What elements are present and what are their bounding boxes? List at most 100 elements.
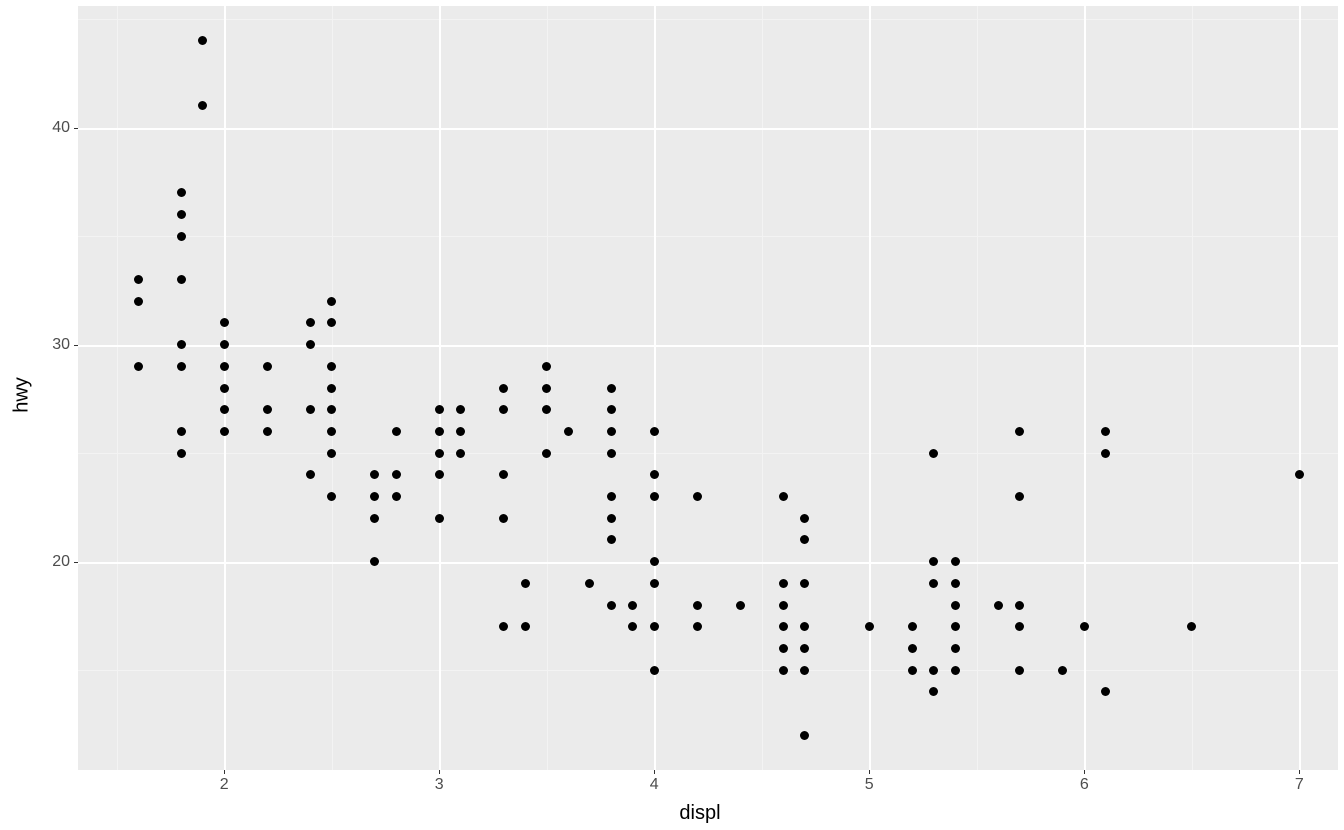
data-point bbox=[327, 405, 336, 414]
data-point bbox=[177, 188, 186, 197]
data-point bbox=[951, 557, 960, 566]
data-point bbox=[800, 535, 809, 544]
data-point bbox=[499, 405, 508, 414]
data-point bbox=[607, 405, 616, 414]
minor-gridline-h bbox=[78, 236, 1338, 237]
data-point bbox=[327, 492, 336, 501]
data-point bbox=[564, 427, 573, 436]
data-point bbox=[650, 470, 659, 479]
data-point bbox=[951, 601, 960, 610]
data-point bbox=[1015, 666, 1024, 675]
scatter-chart: hwy displ 203040234567 bbox=[0, 0, 1344, 830]
x-tick bbox=[1084, 770, 1085, 774]
data-point bbox=[779, 622, 788, 631]
x-tick-label: 4 bbox=[650, 776, 659, 794]
x-tick bbox=[439, 770, 440, 774]
data-point bbox=[951, 644, 960, 653]
data-point bbox=[220, 427, 229, 436]
data-point bbox=[800, 579, 809, 588]
x-tick bbox=[869, 770, 870, 774]
x-tick-label: 7 bbox=[1295, 776, 1304, 794]
data-point bbox=[306, 470, 315, 479]
data-point bbox=[370, 514, 379, 523]
data-point bbox=[693, 622, 702, 631]
data-point bbox=[220, 362, 229, 371]
minor-gridline-v bbox=[762, 6, 763, 770]
data-point bbox=[951, 579, 960, 588]
minor-gridline-h bbox=[78, 19, 1338, 20]
x-tick-label: 2 bbox=[220, 776, 229, 794]
data-point bbox=[177, 340, 186, 349]
data-point bbox=[607, 514, 616, 523]
y-tick-label: 20 bbox=[52, 553, 70, 571]
data-point bbox=[306, 318, 315, 327]
data-point bbox=[542, 384, 551, 393]
gridline-v bbox=[654, 6, 656, 770]
data-point bbox=[499, 514, 508, 523]
minor-gridline-v bbox=[117, 6, 118, 770]
data-point bbox=[800, 514, 809, 523]
y-tick bbox=[74, 128, 78, 129]
data-point bbox=[693, 601, 702, 610]
data-point bbox=[306, 340, 315, 349]
data-point bbox=[499, 622, 508, 631]
data-point bbox=[951, 622, 960, 631]
data-point bbox=[327, 384, 336, 393]
data-point bbox=[908, 666, 917, 675]
data-point bbox=[779, 492, 788, 501]
data-point bbox=[650, 492, 659, 501]
data-point bbox=[800, 644, 809, 653]
data-point bbox=[456, 405, 465, 414]
data-point bbox=[628, 622, 637, 631]
data-point bbox=[650, 666, 659, 675]
data-point bbox=[1187, 622, 1196, 631]
minor-gridline-h bbox=[78, 670, 1338, 671]
x-tick bbox=[1299, 770, 1300, 774]
data-point bbox=[800, 666, 809, 675]
data-point bbox=[327, 297, 336, 306]
data-point bbox=[198, 101, 207, 110]
data-point bbox=[456, 427, 465, 436]
data-point bbox=[650, 579, 659, 588]
x-tick-label: 5 bbox=[865, 776, 874, 794]
data-point bbox=[435, 405, 444, 414]
data-point bbox=[435, 470, 444, 479]
data-point bbox=[929, 557, 938, 566]
data-point bbox=[456, 449, 465, 458]
gridline-h bbox=[78, 345, 1338, 347]
data-point bbox=[542, 405, 551, 414]
data-point bbox=[1015, 427, 1024, 436]
data-point bbox=[693, 492, 702, 501]
data-point bbox=[607, 384, 616, 393]
data-point bbox=[134, 297, 143, 306]
x-tick-label: 6 bbox=[1080, 776, 1089, 794]
data-point bbox=[263, 362, 272, 371]
gridline-v bbox=[1299, 6, 1301, 770]
data-point bbox=[908, 622, 917, 631]
y-tick bbox=[74, 345, 78, 346]
data-point bbox=[1101, 687, 1110, 696]
data-point bbox=[392, 427, 401, 436]
data-point bbox=[650, 427, 659, 436]
data-point bbox=[327, 362, 336, 371]
data-point bbox=[607, 535, 616, 544]
minor-gridline-v bbox=[1192, 6, 1193, 770]
data-point bbox=[650, 557, 659, 566]
data-point bbox=[1101, 449, 1110, 458]
data-point bbox=[779, 666, 788, 675]
data-point bbox=[1015, 622, 1024, 631]
data-point bbox=[607, 492, 616, 501]
data-point bbox=[327, 318, 336, 327]
data-point bbox=[650, 622, 659, 631]
data-point bbox=[134, 362, 143, 371]
data-point bbox=[263, 427, 272, 436]
data-point bbox=[607, 427, 616, 436]
y-tick bbox=[74, 562, 78, 563]
data-point bbox=[1015, 492, 1024, 501]
data-point bbox=[607, 449, 616, 458]
data-point bbox=[585, 579, 594, 588]
data-point bbox=[370, 492, 379, 501]
data-point bbox=[198, 36, 207, 45]
data-point bbox=[177, 275, 186, 284]
y-tick-label: 40 bbox=[52, 119, 70, 137]
